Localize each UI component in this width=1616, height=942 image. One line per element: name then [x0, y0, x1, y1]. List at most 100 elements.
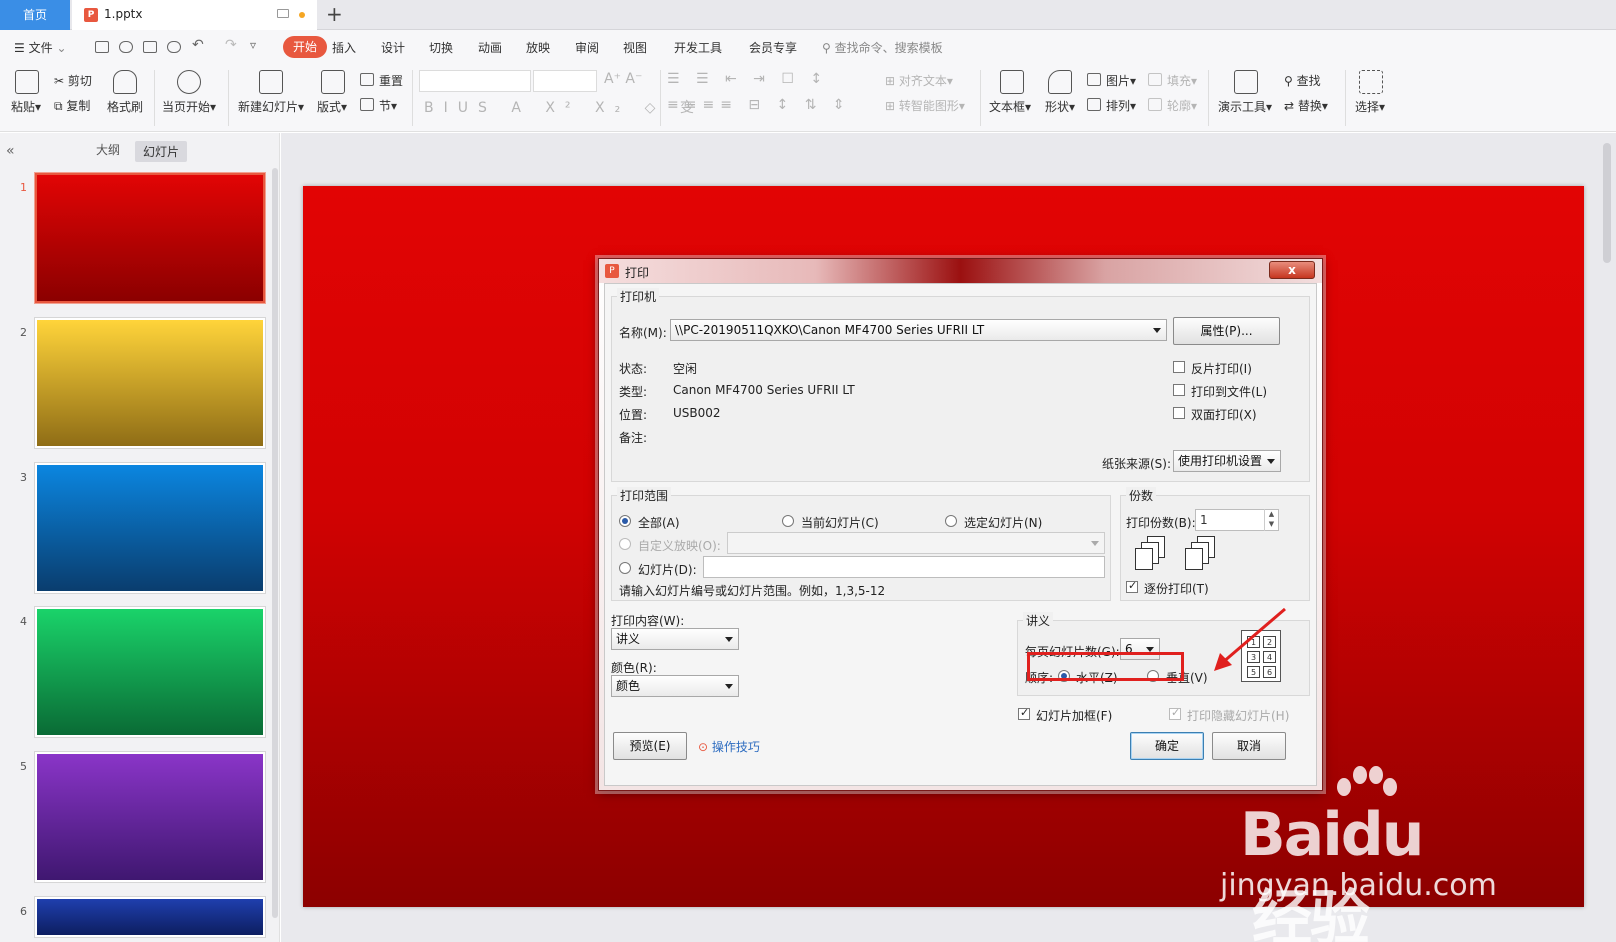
properties-button[interactable]: 属性(P)... — [1173, 317, 1280, 345]
play-icon[interactable] — [177, 70, 201, 94]
tab-outline[interactable]: 大纲 — [96, 141, 120, 158]
format-painter-button[interactable]: 格式刷 — [107, 98, 143, 115]
slide-range-input[interactable] — [703, 556, 1105, 578]
copies-spinner[interactable]: ▲ ▼ — [1264, 509, 1278, 531]
font-style-icons[interactable]: BIUS A X² X₂ ◇ 变 — [424, 97, 704, 117]
replace-button[interactable]: ⇄ 替换▾ — [1284, 97, 1328, 114]
frame-slides-checkbox[interactable] — [1018, 706, 1030, 720]
picture-icon[interactable] — [1087, 73, 1101, 86]
ok-button[interactable]: 确定 — [1130, 732, 1204, 760]
range-all-radio[interactable] — [619, 515, 631, 527]
range-selected-radio[interactable] — [945, 515, 957, 527]
print-hidden-checkbox[interactable] — [1169, 706, 1181, 720]
spin-down-icon[interactable]: ▼ — [1265, 519, 1278, 529]
layout-button[interactable]: 版式▾ — [317, 98, 347, 115]
save-icon[interactable] — [95, 41, 109, 53]
tab-slides[interactable]: 幻灯片 — [135, 141, 188, 162]
textbox-icon[interactable] — [1000, 70, 1024, 94]
section-button[interactable]: 节▾ — [379, 97, 397, 114]
cancel-button[interactable]: 取消 — [1212, 732, 1286, 760]
dialog-titlebar[interactable]: P 打印 — [599, 259, 1322, 283]
new-slide-button[interactable]: 新建幻灯片▾ — [238, 98, 304, 115]
slide-thumbnail[interactable] — [35, 463, 265, 593]
font-size-select[interactable] — [533, 70, 597, 92]
copy-button[interactable]: ⧉ 复制 — [54, 97, 90, 114]
tab-transition[interactable]: 切换 — [429, 39, 453, 56]
tab-slideshow[interactable]: 放映 — [526, 39, 550, 56]
print-content-select[interactable]: 讲义 — [611, 628, 739, 650]
cut-button[interactable]: ✂ 剪切 — [54, 72, 92, 89]
undo-icon[interactable]: ↶ — [192, 37, 204, 53]
play-from-current-button[interactable]: 当页开始▾ — [162, 98, 216, 115]
reset-icon[interactable] — [360, 73, 374, 86]
monitor-icon[interactable] — [277, 9, 289, 18]
spin-up-icon[interactable]: ▲ — [1265, 509, 1278, 519]
new-tab-plus-icon[interactable]: + — [326, 2, 343, 26]
slide-thumbnail[interactable] — [35, 607, 265, 737]
tab-insert[interactable]: 插入 — [332, 39, 356, 56]
select-icon[interactable] — [1359, 70, 1383, 94]
customize-qa-icon[interactable]: ▿ — [250, 38, 256, 52]
find-button[interactable]: ⚲ 查找 — [1284, 72, 1321, 89]
custom-show-select[interactable] — [727, 532, 1105, 554]
paste-icon[interactable] — [15, 70, 39, 94]
slide-thumbnail[interactable] — [35, 318, 265, 448]
presentation-tools-icon[interactable] — [1234, 70, 1258, 94]
home-tab[interactable]: 首页 — [0, 0, 70, 30]
textbox-button[interactable]: 文本框▾ — [989, 98, 1031, 115]
shape-button[interactable]: 形状▾ — [1045, 98, 1075, 115]
picture-button[interactable]: 图片▾ — [1106, 72, 1136, 89]
print-to-file-checkbox[interactable] — [1173, 384, 1185, 396]
command-search[interactable]: ⚲ 查找命令、搜索模板 — [822, 39, 943, 56]
arrange-button[interactable]: 排列▾ — [1106, 97, 1136, 114]
align-text-button[interactable]: ⊞ 对齐文本▾ — [885, 72, 953, 89]
tab-developer[interactable]: 开发工具 — [674, 39, 722, 56]
paragraph-align-icons[interactable]: ≡≡≡≡ ⊟ ↕ ⇅ ⇕ — [667, 97, 851, 113]
printer-name-select[interactable]: \\PC-20190511QXKO\Canon MF4700 Series UF… — [670, 319, 1167, 341]
tab-design[interactable]: 设计 — [381, 39, 405, 56]
canvas-scrollbar[interactable] — [1603, 143, 1611, 263]
preview-button[interactable]: 预览(E) — [613, 732, 687, 760]
tab-view[interactable]: 视图 — [623, 39, 647, 56]
slide-thumbnail[interactable] — [35, 752, 265, 882]
duplex-checkbox[interactable] — [1173, 407, 1185, 419]
fill-icon[interactable] — [1148, 73, 1162, 86]
font-family-select[interactable] — [419, 70, 531, 92]
paper-source-select[interactable]: 使用打印机设置 — [1173, 450, 1281, 472]
new-slide-icon[interactable] — [259, 70, 283, 94]
panel-scrollbar[interactable] — [272, 168, 278, 918]
range-slides-radio[interactable] — [619, 562, 631, 574]
slide-thumbnail[interactable] — [35, 173, 265, 303]
shape-icon[interactable] — [1048, 70, 1072, 94]
list-icons[interactable]: ☰ ☰ ⇤ ⇥ ☐ ↕ — [667, 71, 828, 87]
close-button[interactable]: x — [1269, 261, 1315, 279]
tips-link[interactable]: ⊙ 操作技巧 — [698, 738, 760, 755]
arrange-icon[interactable] — [1087, 98, 1101, 111]
reverse-print-checkbox[interactable] — [1173, 361, 1185, 373]
reset-button[interactable]: 重置 — [379, 72, 403, 89]
layout-icon[interactable] — [321, 70, 345, 94]
paste-button[interactable]: 粘贴▾ — [11, 98, 41, 115]
redo-icon[interactable]: ↷ — [225, 37, 237, 53]
font-grow-icon[interactable]: A⁺ A⁻ — [604, 71, 642, 87]
section-icon[interactable] — [360, 98, 374, 111]
slide-thumbnail[interactable] — [35, 897, 265, 937]
fill-button[interactable]: 填充▾ — [1167, 72, 1197, 89]
collapse-panel-icon[interactable]: « — [6, 143, 15, 159]
file-menu[interactable]: ☰ 文件 ⌄ — [14, 39, 67, 56]
print-icon[interactable] — [143, 41, 157, 53]
range-current-radio[interactable] — [782, 515, 794, 527]
tab-animation[interactable]: 动画 — [478, 39, 502, 56]
outline-icon[interactable] — [1148, 98, 1162, 111]
color-select[interactable]: 颜色 — [611, 675, 739, 697]
outline-button[interactable]: 轮廓▾ — [1167, 97, 1197, 114]
print-preview-icon[interactable] — [167, 41, 181, 53]
tab-review[interactable]: 审阅 — [575, 39, 599, 56]
format-painter-icon[interactable] — [113, 70, 137, 94]
tab-home-ribbon[interactable]: 开始 — [283, 36, 327, 58]
document-tab[interactable]: P 1.pptx — [72, 0, 317, 30]
select-button[interactable]: 选择▾ — [1355, 98, 1385, 115]
presentation-tools-button[interactable]: 演示工具▾ — [1218, 98, 1272, 115]
export-icon[interactable] — [119, 41, 133, 53]
tab-member[interactable]: 会员专享 — [749, 39, 797, 56]
